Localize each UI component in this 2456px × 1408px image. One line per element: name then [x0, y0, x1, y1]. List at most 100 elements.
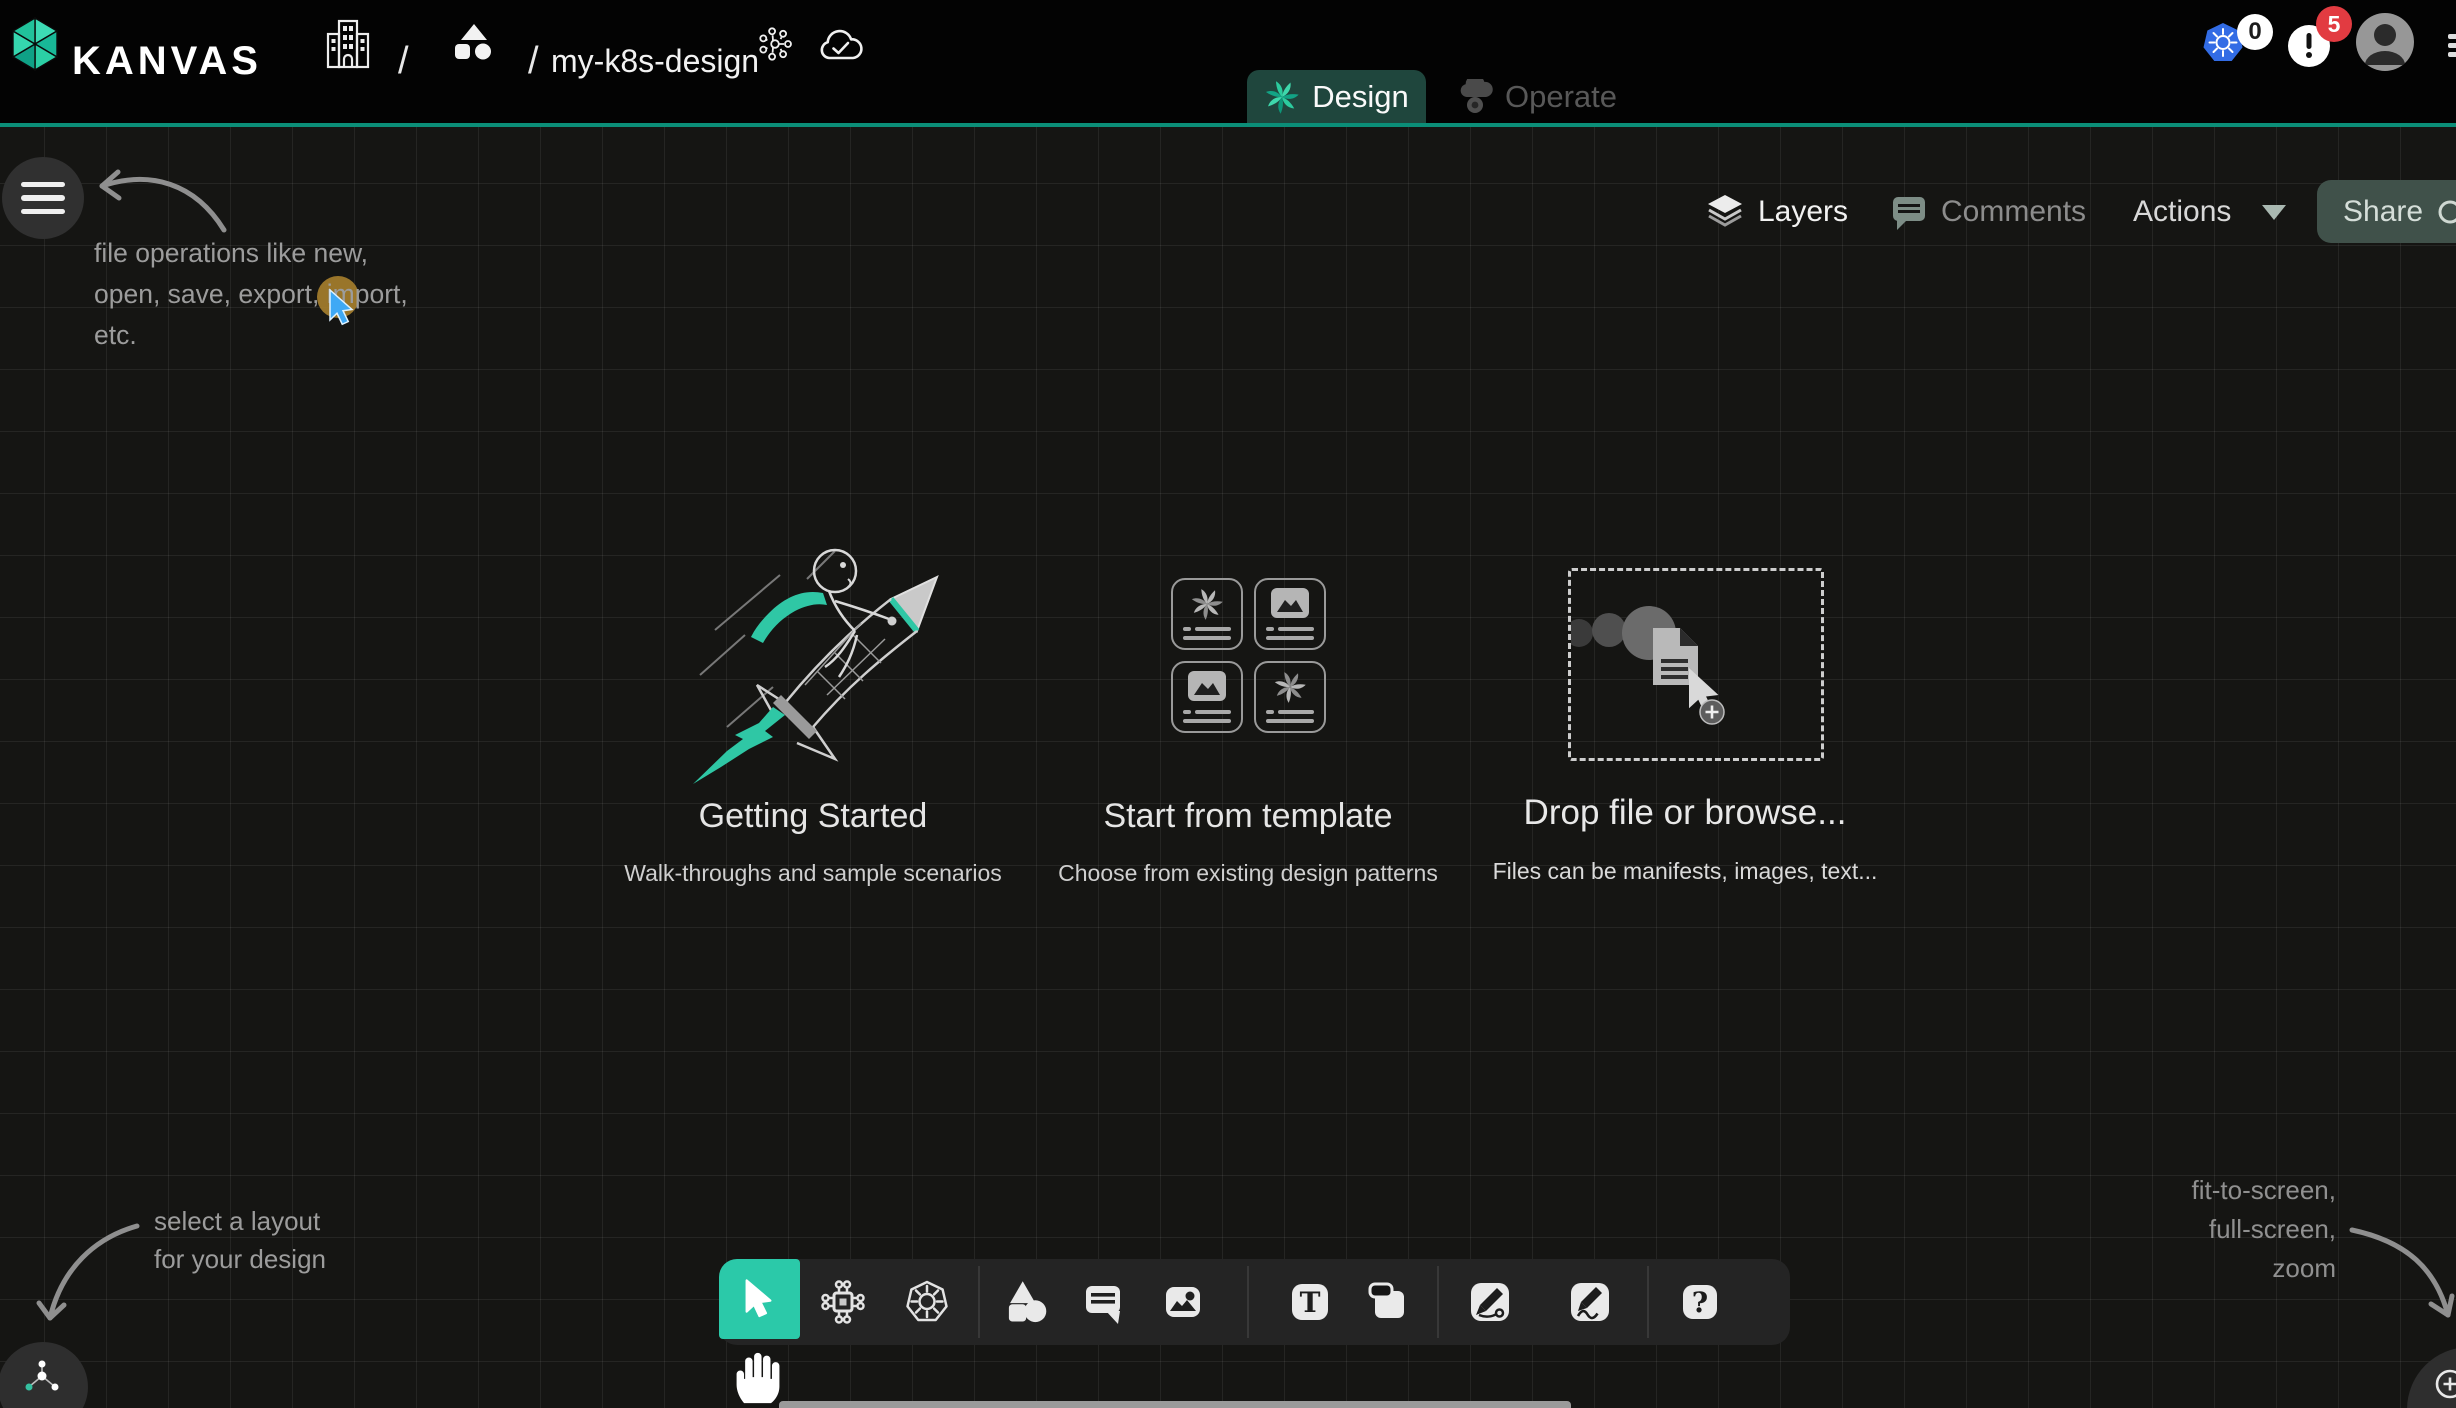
toolbar-divider — [1437, 1266, 1439, 1338]
comments-icon — [1890, 193, 1928, 231]
annotation-file-operations: file operations like new, open, save, ex… — [94, 233, 408, 356]
note-icon — [1365, 1279, 1411, 1325]
bottom-toolbar — [719, 1259, 1790, 1345]
text-glyph: T — [1300, 1286, 1321, 1319]
actions-dropdown[interactable]: Actions — [2133, 192, 2231, 232]
bottom-panel-edge[interactable] — [779, 1401, 1571, 1408]
drop-subtitle: Files can be manifests, images, text... — [1450, 858, 1920, 885]
media-tool-button[interactable] — [1160, 1279, 1206, 1325]
tile-text-line — [1266, 719, 1314, 723]
kanvas-logo-wordmark: KANVAS — [72, 0, 262, 123]
tile-text-line — [1183, 719, 1231, 723]
environment-icon[interactable] — [447, 24, 501, 70]
pan-tool-button[interactable] — [731, 1349, 785, 1408]
tab-design-label: Design — [1312, 79, 1409, 115]
notification-count-badge: 5 — [2316, 6, 2352, 42]
alert-icon — [2304, 33, 2314, 59]
shapes-tool-button[interactable] — [1002, 1279, 1048, 1325]
kanvas-logo-text: KANVAS — [72, 39, 262, 84]
design-swirl-icon — [1264, 79, 1300, 115]
getting-started-title[interactable]: Getting Started — [593, 797, 1033, 836]
organization-icon[interactable] — [322, 18, 374, 70]
help-button[interactable]: ? — [1677, 1279, 1723, 1325]
kanvas-logo-icon — [8, 15, 62, 73]
annotation-line: zoom — [2036, 1249, 2336, 1288]
tile-text-line — [1278, 710, 1314, 714]
zoom-in-icon — [2434, 1368, 2456, 1400]
design-name[interactable]: my-k8s-design — [551, 43, 759, 80]
comment-tool-button[interactable] — [1080, 1279, 1126, 1325]
getting-started-subtitle: Walk-throughs and sample scenarios — [578, 860, 1048, 887]
layers-button[interactable]: Layers — [1705, 192, 1848, 232]
k8s-context-count-badge[interactable]: 0 — [2237, 14, 2273, 50]
operate-icon — [1457, 79, 1493, 115]
annotation-line: full-screen, — [2036, 1210, 2336, 1249]
annotation-line: file operations like new, — [94, 233, 408, 274]
design-swirl-icon — [1190, 587, 1224, 621]
template-title[interactable]: Start from template — [1028, 797, 1468, 836]
tab-operate-label: Operate — [1505, 79, 1617, 115]
mesh-sync-icon[interactable] — [756, 25, 794, 63]
chevron-down-icon[interactable] — [2262, 205, 2286, 220]
template-tile[interactable] — [1254, 578, 1326, 650]
note-tool-button[interactable] — [1365, 1279, 1411, 1325]
share-partial-icon — [2435, 198, 2456, 226]
drop-file-zone[interactable] — [1568, 568, 1824, 761]
layers-icon — [1705, 194, 1745, 230]
comment-bubble-icon — [1080, 1279, 1126, 1325]
image-icon — [1187, 670, 1227, 702]
template-tile[interactable] — [1171, 661, 1243, 733]
text-tool-button[interactable]: T — [1287, 1279, 1333, 1325]
notification-count: 5 — [2328, 11, 2341, 38]
k8s-context-count: 0 — [2248, 18, 2261, 46]
pen-tool-button[interactable] — [1467, 1279, 1513, 1325]
sketch-pencil-icon — [1567, 1279, 1613, 1325]
layout-graph-icon — [24, 1360, 60, 1394]
user-avatar[interactable] — [2356, 13, 2414, 71]
help-glyph: ? — [1692, 1286, 1708, 1319]
toolbar-divider — [978, 1266, 980, 1338]
sketch-tool-button[interactable] — [1567, 1279, 1613, 1325]
media-image-icon — [1160, 1279, 1206, 1325]
drop-title[interactable]: Drop file or browse... — [1465, 793, 1905, 833]
layers-label: Layers — [1758, 195, 1848, 229]
tab-design[interactable]: Design — [1247, 70, 1426, 123]
kubernetes-wheel-icon — [904, 1279, 950, 1325]
tile-text-line — [1278, 627, 1314, 631]
comments-button[interactable]: Comments — [1890, 192, 2086, 232]
image-icon — [1270, 587, 1310, 619]
shapes-icon — [1002, 1279, 1048, 1325]
tile-text-line — [1183, 636, 1231, 640]
toolbar-divider — [1647, 1266, 1649, 1338]
cloud-saved-icon — [816, 26, 864, 66]
hamburger-icon — [21, 182, 65, 188]
edge-menu-partial-icon[interactable] — [2448, 34, 2456, 57]
cursor-arrow-icon — [743, 1279, 777, 1319]
getting-started-illustration[interactable] — [685, 535, 955, 790]
design-swirl-icon — [1273, 670, 1307, 704]
kubernetes-tool-button[interactable] — [904, 1279, 950, 1325]
component-circuit-icon — [820, 1279, 866, 1325]
template-tile[interactable] — [1171, 578, 1243, 650]
annotation-layout: select a layout for your design — [154, 1202, 326, 1278]
actions-label: Actions — [2133, 195, 2231, 229]
component-tool-button[interactable] — [820, 1279, 866, 1325]
share-button[interactable]: Share — [2317, 180, 2456, 243]
annotation-zoom-controls: fit-to-screen, full-screen, zoom — [2036, 1171, 2336, 1288]
share-label: Share — [2343, 195, 2423, 229]
template-subtitle: Choose from existing design patterns — [1013, 860, 1483, 887]
toolbar-divider — [1247, 1266, 1249, 1338]
kanvas-logo[interactable] — [8, 15, 62, 73]
main-menu-button[interactable] — [2, 157, 84, 239]
topbar: KANVAS / — [0, 0, 2456, 127]
kanvas-app: KANVAS / — [0, 0, 2456, 1408]
template-tile[interactable] — [1254, 661, 1326, 733]
tile-text-line — [1266, 636, 1314, 640]
tab-operate[interactable]: Operate — [1440, 70, 1634, 123]
select-tool-button[interactable] — [719, 1259, 800, 1339]
template-gallery[interactable] — [1171, 578, 1326, 733]
tile-text-line — [1183, 710, 1191, 714]
tile-text-line — [1195, 710, 1231, 714]
comments-label: Comments — [1941, 195, 2086, 229]
annotation-line: for your design — [154, 1240, 326, 1278]
